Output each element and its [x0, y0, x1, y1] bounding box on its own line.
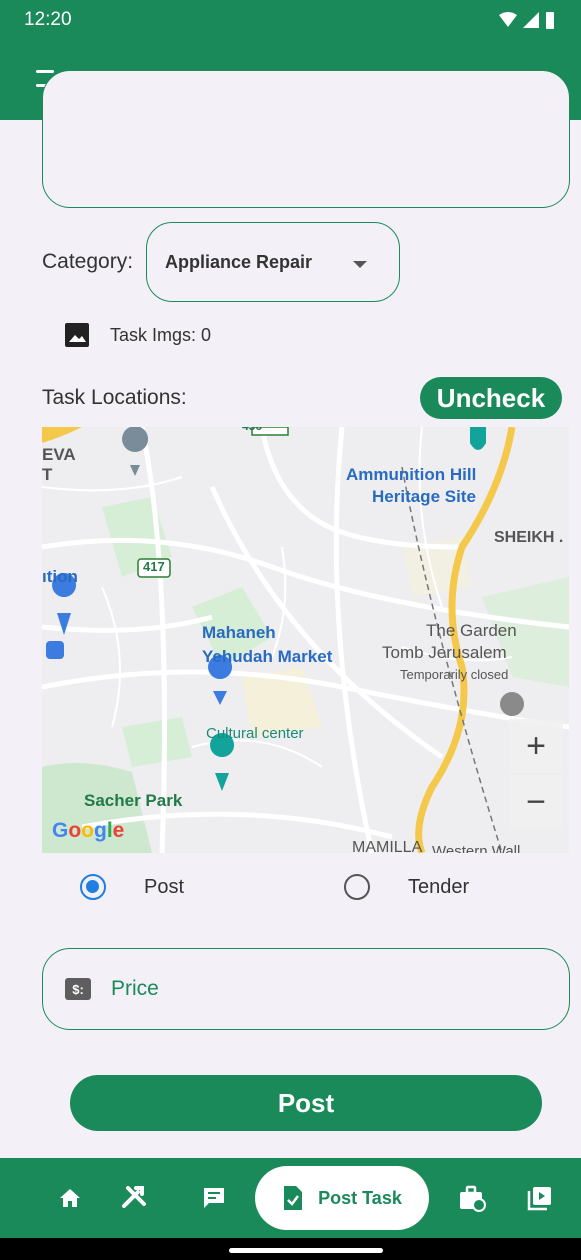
map-label-cultural-center: Cultural center	[206, 725, 304, 742]
briefcase-clock-icon	[460, 1185, 486, 1212]
map-label-sacher-park: Sacher Park	[84, 791, 183, 810]
tender-radio[interactable]	[344, 874, 370, 900]
category-value: Appliance Repair	[165, 251, 313, 272]
price-input[interactable]: $: Price	[42, 948, 570, 1030]
nav-home[interactable]	[50, 1178, 90, 1218]
zoom-in-button[interactable]: +	[509, 719, 563, 773]
map-label-sheikh: SHEIKH .	[494, 529, 564, 546]
price-tag-icon: $:	[65, 978, 91, 1000]
chat-icon	[204, 1188, 224, 1208]
status-time: 12:20	[24, 9, 72, 30]
map-label-western-wall: Western Wall	[432, 843, 521, 853]
uncheck-button[interactable]: Uncheck	[420, 377, 562, 419]
task-images-row: Task Imgs: 0	[64, 322, 211, 348]
tools-icon	[122, 1186, 146, 1208]
post-option[interactable]: Post	[80, 874, 184, 900]
map-label-ation: ıtion	[42, 567, 78, 586]
google-letter: g	[94, 819, 107, 842]
system-gesture-bar	[0, 1238, 581, 1260]
map-label-the-garden: The Garden	[426, 621, 517, 640]
nav-messages[interactable]	[194, 1178, 234, 1218]
google-letter: o	[81, 819, 94, 842]
task-locations-label: Task Locations:	[42, 386, 187, 409]
chevron-down-icon	[353, 261, 367, 268]
gesture-handle[interactable]	[229, 1248, 383, 1253]
map-label-temporarily-closed: Temporarily closed	[400, 667, 509, 682]
nav-tools[interactable]	[114, 1178, 154, 1218]
description-field[interactable]	[42, 70, 570, 208]
map-label-t: T	[42, 465, 53, 484]
google-letter: e	[112, 819, 125, 842]
battery-icon	[546, 12, 554, 29]
play-library-icon	[527, 1187, 551, 1211]
map-view[interactable]: EVA T 436 Ammunition Hill Heritage Site …	[42, 427, 569, 853]
status-bar: 12:20	[0, 0, 581, 40]
task-images-count: Task Imgs: 0	[110, 324, 212, 345]
price-placeholder: Price	[111, 977, 159, 1000]
post-button[interactable]: Post	[70, 1075, 542, 1131]
map-road-436: 436	[242, 427, 262, 433]
post-option-label: Post	[144, 875, 185, 898]
google-letter: o	[68, 819, 82, 842]
nav-library[interactable]	[520, 1178, 560, 1218]
zoom-out-button[interactable]: −	[509, 775, 563, 829]
status-icons	[499, 11, 555, 29]
bottom-nav: Post Task	[0, 1158, 581, 1238]
category-label: Category:	[42, 250, 134, 273]
nav-post-task[interactable]: Post Task	[255, 1166, 429, 1230]
home-icon	[60, 1189, 80, 1207]
signal-icon	[523, 12, 539, 28]
tender-option[interactable]: Tender	[344, 874, 469, 900]
map-label-mahaneh: Mahaneh	[202, 623, 276, 642]
map-label-ammunition-hill: Ammunition Hill	[346, 465, 477, 484]
nav-post-task-label: Post Task	[318, 1187, 402, 1208]
map-label-tomb-jerusalem: Tomb Jerusalem	[382, 643, 507, 662]
nav-jobs[interactable]	[452, 1178, 492, 1218]
map-label-yehudah-market: Yehudah Market	[202, 647, 333, 666]
map-label-heritage-site: Heritage Site	[372, 487, 476, 506]
post-task-icon	[284, 1186, 303, 1210]
wifi-icon	[499, 12, 517, 27]
map-label-eva: EVA	[42, 445, 76, 464]
tender-option-label: Tender	[408, 875, 470, 898]
post-radio[interactable]	[80, 874, 106, 900]
image-icon[interactable]	[64, 322, 90, 348]
map-road-417: 417	[143, 559, 165, 574]
google-logo: Google	[52, 819, 124, 843]
map-label-mamilla: MAMILLA	[352, 839, 423, 853]
category-dropdown[interactable]: Appliance Repair	[146, 222, 400, 302]
google-letter: G	[52, 819, 69, 842]
